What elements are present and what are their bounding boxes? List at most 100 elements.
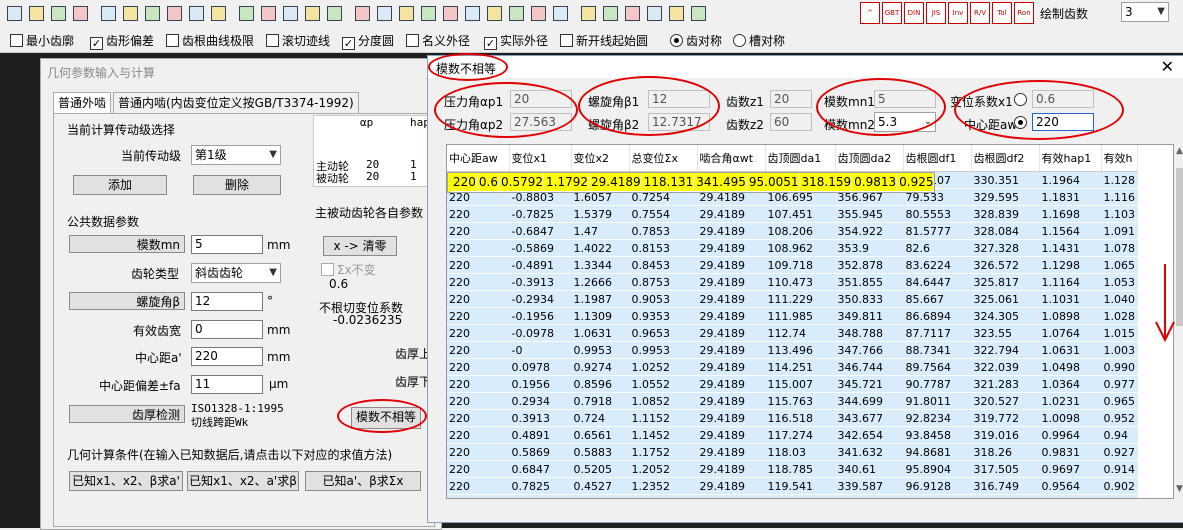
print-icon[interactable] xyxy=(98,3,118,23)
close-icon[interactable]: ✕ xyxy=(1161,57,1174,76)
zoom-in-icon[interactable] xyxy=(236,3,256,23)
gear2-icon[interactable] xyxy=(506,3,526,23)
center-aw-input[interactable]: 220 xyxy=(1032,113,1094,131)
unequal-module-button[interactable]: 模数不相等 xyxy=(351,407,421,429)
helix-angle-1-input[interactable]: 12 xyxy=(648,90,710,108)
option-pitch-circle[interactable]: ✓ 分度圆 xyxy=(342,32,394,50)
gear-type-select[interactable]: 斜齿齿轮 ▼ xyxy=(191,263,281,283)
module-input[interactable]: 5 xyxy=(191,235,263,254)
preview-icon[interactable] xyxy=(120,3,140,23)
column-header[interactable]: 啮合角αwt xyxy=(697,145,766,172)
table-row[interactable]: 220 -0.0978 1.0631 0.9653 29.4189 112.74 348.7… xyxy=(447,324,1138,342)
option-root-limit[interactable]: 齿根曲线极限 xyxy=(166,32,254,49)
tab-external-mesh[interactable]: 普通外啮 xyxy=(53,92,112,114)
center-tolerance-input[interactable]: 11 xyxy=(191,375,263,394)
zoom-out-icon[interactable] xyxy=(258,3,278,23)
new-icon[interactable] xyxy=(4,3,24,23)
column-header[interactable]: 变位x1 xyxy=(509,145,572,172)
text-icon[interactable] xyxy=(324,3,344,23)
option-new-start-circle[interactable]: 新开线起始圆 xyxy=(560,32,648,49)
zoom-2-icon[interactable] xyxy=(280,3,300,23)
help-icon[interactable] xyxy=(644,3,664,23)
center-aw-radio[interactable] xyxy=(1014,116,1030,130)
column-header[interactable]: 总变位Σx xyxy=(629,145,698,172)
table-row[interactable]: 220 -0.6847 1.47 0.7853 29.4189 108.206 354.92… xyxy=(447,222,1138,240)
module-mn1-input[interactable]: 5 xyxy=(874,90,936,108)
standard-button[interactable]: JIS xyxy=(926,2,946,24)
screen-icon[interactable] xyxy=(550,3,570,23)
helix-angle-2-input[interactable]: 12.7317 xyxy=(648,113,710,131)
sum-x-checkbox[interactable]: Σx不变 xyxy=(321,261,376,278)
table-row[interactable]: 220 0.4891 0.6561 1.1452 29.4189 117.274 342.6… xyxy=(447,426,1138,444)
standard-button[interactable]: DIN xyxy=(904,2,924,24)
scroll-up-icon[interactable]: ▲ xyxy=(1176,146,1183,156)
chart2-icon[interactable] xyxy=(440,3,460,23)
helix-button[interactable]: 螺旋角β xyxy=(69,292,185,310)
calc-method-3-button[interactable]: 已知a'、β求Σx xyxy=(305,471,421,491)
radio-tooth-symmetric[interactable]: 齿对称 xyxy=(670,32,722,49)
table-row[interactable]: 220 0.2934 0.7918 1.0852 29.4189 115.763 344.6… xyxy=(447,392,1138,410)
standard-button[interactable]: Inv xyxy=(948,2,968,24)
table-row[interactable]: 220 0.3913 0.724 1.1152 29.4189 116.518 343.67… xyxy=(447,409,1138,427)
scroll-down-icon[interactable]: ▼ xyxy=(1176,484,1183,494)
standard-button[interactable]: Tol xyxy=(992,2,1012,24)
table-row[interactable]: 220 0.6847 0.5205 1.2052 29.4189 118.785 340.6… xyxy=(447,460,1138,478)
table-row[interactable]: 220 0.7825 0.4527 1.2352 29.4189 119.541 339.5… xyxy=(447,477,1138,495)
standard-button[interactable]: R/V xyxy=(970,2,990,24)
table-row[interactable]: 220 -0.2934 1.1987 0.9053 29.4189 111.229 350.… xyxy=(447,290,1138,308)
table-row[interactable]: 220 0.0978 0.9274 1.0252 29.4189 114.251 346.7… xyxy=(447,358,1138,376)
table-row[interactable]: 220 -0.4891 1.3344 0.8453 29.4189 109.718 352.… xyxy=(447,256,1138,274)
table-icon[interactable] xyxy=(208,3,228,23)
option-nominal-outer[interactable]: 名义外径 xyxy=(406,32,470,49)
about-icon[interactable] xyxy=(666,3,686,23)
delete-button[interactable]: 删除 xyxy=(193,175,281,195)
image-icon[interactable] xyxy=(396,3,416,23)
paste-icon[interactable] xyxy=(164,3,184,23)
standard-button[interactable]: Ron xyxy=(1014,2,1034,24)
clear-x-button[interactable]: x -> 清零 xyxy=(323,236,397,256)
column-header[interactable]: 齿根圆df1 xyxy=(903,145,972,172)
edit-icon[interactable] xyxy=(352,3,372,23)
option-min-profile[interactable]: 最小齿廓 xyxy=(10,32,74,49)
option-actual-outer[interactable]: ✓ 实际外径 xyxy=(484,32,548,50)
column-header[interactable]: 齿根圆df2 xyxy=(971,145,1040,172)
export-icon[interactable] xyxy=(70,3,90,23)
calc-method-2-button[interactable]: 已知x1、x2、a'求β xyxy=(187,471,299,491)
film-icon[interactable] xyxy=(484,3,504,23)
table-row[interactable]: 220 -0.7825 1.5379 0.7554 29.4189 107.451 355.… xyxy=(447,205,1138,223)
option-roll-tangent[interactable]: 滚切迹线 xyxy=(266,32,330,49)
table-row[interactable]: 220 -0.3913 1.2666 0.8753 29.4189 110.473 351.… xyxy=(447,273,1138,291)
shift-x1-radio[interactable] xyxy=(1014,93,1030,107)
grid-icon[interactable] xyxy=(186,3,206,23)
table-row[interactable]: 220 0.6 0.5792 1.1792 29.4189 118.131 341.495 9… xyxy=(447,172,936,193)
zoom-3-icon[interactable] xyxy=(302,3,322,23)
column-header[interactable]: 中心距aw xyxy=(447,145,510,172)
module-mn2-select[interactable]: 5.3 ⌄ xyxy=(874,112,936,132)
table-row[interactable]: 220 0.1956 0.8596 1.0552 29.4189 115.007 345.7… xyxy=(447,375,1138,393)
table-row[interactable]: 220 -0 0.9953 0.9953 29.4189 113.496 347.766 88… xyxy=(447,341,1138,359)
column-header[interactable]: 齿顶圆da2 xyxy=(835,145,904,172)
teeth-z2-input[interactable]: 60 xyxy=(770,113,812,131)
center-distance-input[interactable]: 220 xyxy=(191,347,263,366)
column-header[interactable]: 有效hap1 xyxy=(1039,145,1102,172)
teeth-z1-input[interactable]: 20 xyxy=(770,90,812,108)
column-header[interactable]: 变位x2 xyxy=(571,145,630,172)
table-row[interactable]: 220 -0.5869 1.4022 0.8153 29.4189 108.962 353.… xyxy=(447,239,1138,257)
cog-icon[interactable] xyxy=(528,3,548,23)
doc-icon[interactable] xyxy=(600,3,620,23)
unknown-icon[interactable] xyxy=(688,3,708,23)
pressure-angle-1-input[interactable]: 20 xyxy=(510,90,572,108)
target-icon[interactable] xyxy=(578,3,598,23)
calc-method-1-button[interactable]: 已知x1、x2、β求a' xyxy=(69,471,183,491)
pressure-angle-2-input[interactable]: 27.563 xyxy=(510,113,572,131)
column-header[interactable]: 有效h xyxy=(1101,145,1138,172)
standard-button[interactable]: ^ xyxy=(860,2,880,24)
module-button[interactable]: 模数mn xyxy=(69,235,185,253)
standard-button[interactable]: GBT xyxy=(882,2,902,24)
radio-slot-symmetric[interactable]: 槽对称 xyxy=(733,32,785,49)
current-stage-select[interactable]: 第1级 ▼ xyxy=(191,145,281,165)
thickness-check-button[interactable]: 齿厚检测 xyxy=(69,405,185,423)
chart-icon[interactable] xyxy=(418,3,438,23)
table-row[interactable]: 220 -0.1956 1.1309 0.9353 29.4189 111.985 349.… xyxy=(447,307,1138,325)
copy-icon[interactable] xyxy=(142,3,162,23)
